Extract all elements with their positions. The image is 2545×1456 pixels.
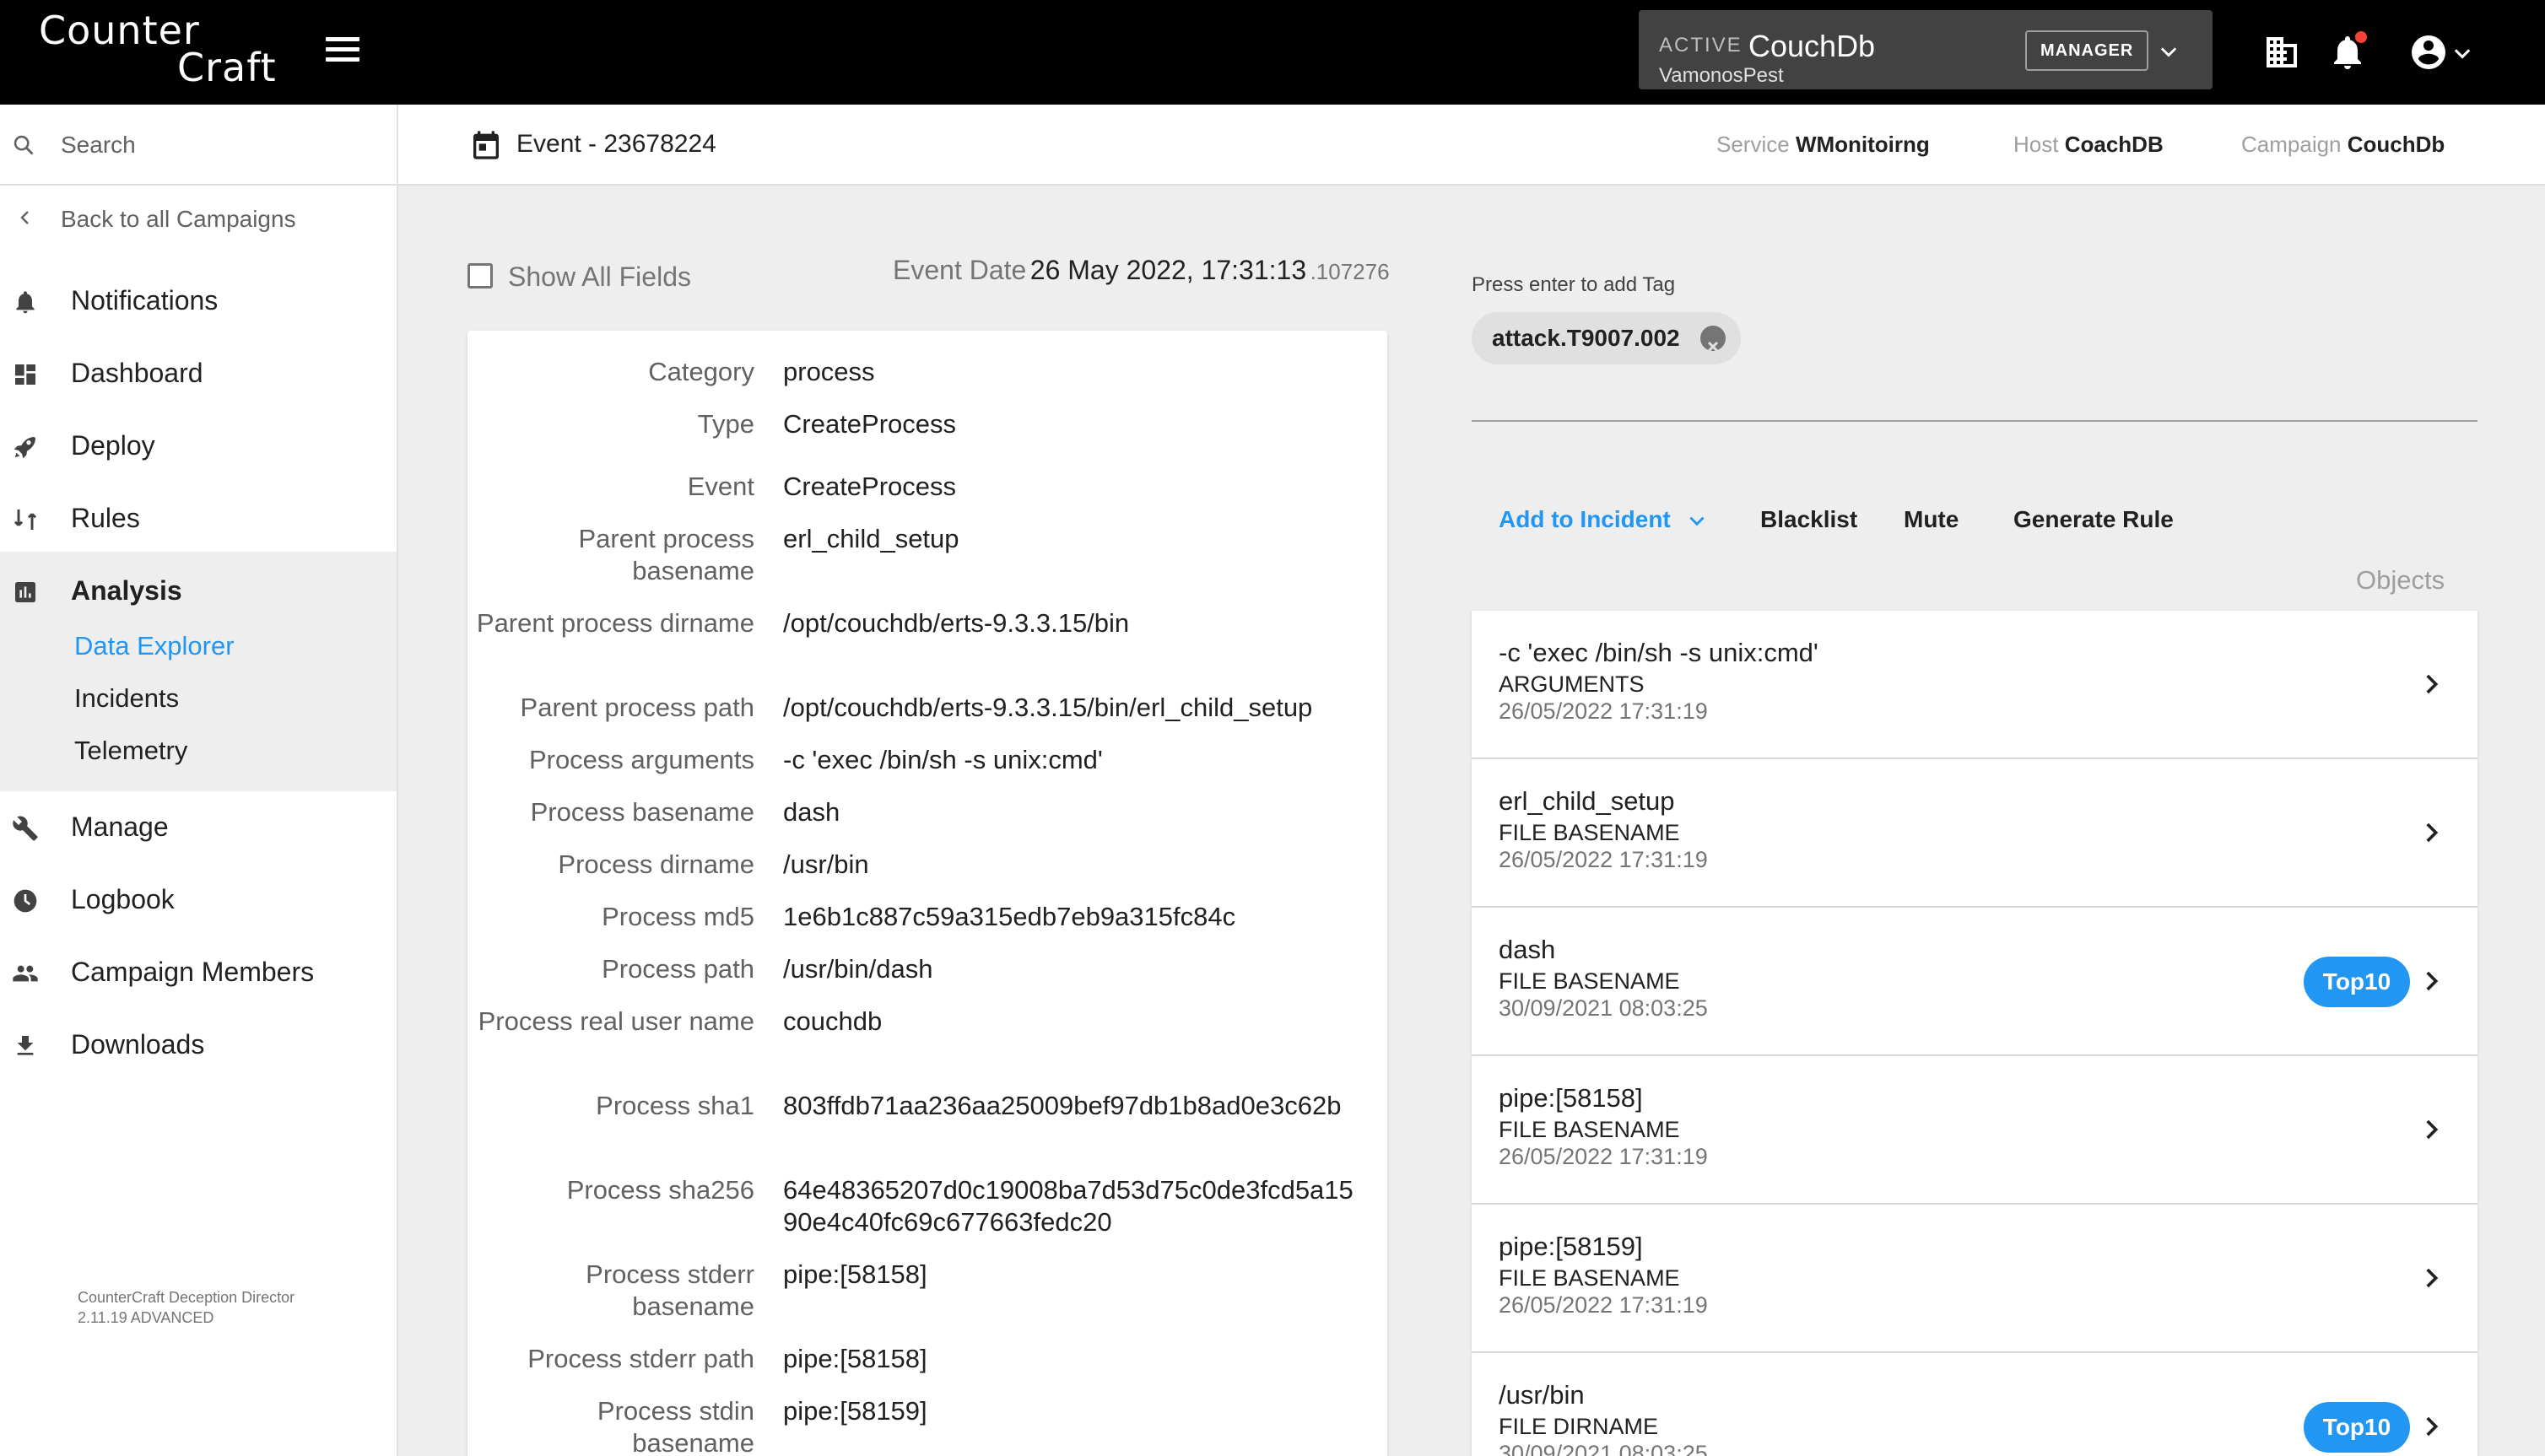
search-box [0, 105, 397, 186]
generate-rule-button[interactable]: Generate Rule [2013, 506, 2174, 533]
nav-notifications[interactable]: Notifications [0, 263, 397, 336]
object-item[interactable]: pipe:[58158] FILE BASENAME 26/05/2022 17… [1472, 1056, 2477, 1203]
nav-deploy[interactable]: Deploy [0, 408, 397, 481]
notification-dot [2353, 29, 2369, 46]
object-item[interactable]: /usr/bin FILE DIRNAME 30/09/2021 08:03:2… [1472, 1353, 2477, 1456]
object-item[interactable]: pipe:[58159] FILE BASENAME 26/05/2022 17… [1472, 1205, 2477, 1351]
rules-icon [14, 510, 37, 530]
subnav-data-explorer[interactable]: Data Explorer [74, 631, 235, 661]
analysis-icon [15, 582, 35, 602]
tag-input-underline[interactable] [1472, 420, 2477, 422]
objects-title: Objects [2356, 565, 2445, 595]
event-title: Event - 23678224 [516, 130, 716, 158]
countercraft-logo[interactable]: Counter Craft [39, 11, 277, 87]
nav-downloads[interactable]: Downloads [0, 1007, 397, 1080]
object-item[interactable]: dash FILE BASENAME 30/09/2021 08:03:25 T… [1472, 908, 2477, 1054]
chevron-left-icon [20, 211, 29, 224]
back-to-campaigns[interactable]: Back to all Campaigns [0, 186, 397, 250]
bell-icon [16, 291, 35, 314]
blacklist-button[interactable]: Blacklist [1760, 506, 1857, 533]
account-chevron-icon[interactable] [2450, 42, 2474, 66]
event-fields-card: Category process Type CreateProcess Event C… [467, 331, 1387, 1456]
remove-tag-icon[interactable] [1699, 326, 1726, 353]
chevron-right-icon[interactable] [2417, 670, 2445, 698]
event-header: Event - 23678224 Service WMonitoirng Hos… [398, 105, 2545, 186]
wrench-icon [13, 816, 38, 841]
campaign-status: ACTIVE [1659, 34, 1743, 57]
campaign-name: CouchDb [1748, 29, 1876, 63]
object-item[interactable]: -c 'exec /bin/sh -s unix:cmd' ARGUMENTS … [1472, 611, 2477, 758]
analysis-section: Analysis Data Explorer Incidents Telemet… [0, 552, 397, 791]
nav-dashboard[interactable]: Dashboard [0, 336, 397, 408]
sidebar: Back to all Campaigns Notifications Dash… [0, 105, 398, 1456]
campaign-meta: Campaign CouchDb [2241, 132, 2445, 157]
add-to-incident-button[interactable]: Add to Incident [1499, 506, 1708, 533]
download-icon [17, 1036, 34, 1055]
building-icon[interactable] [2261, 32, 2302, 73]
tag-chip[interactable]: attack.T9007.002 [1472, 312, 1741, 364]
chevron-right-icon[interactable] [2417, 818, 2445, 847]
host-meta: Host CoachDB [2013, 132, 2164, 157]
tag-input-hint: Press enter to add Tag [1472, 273, 1676, 296]
event-date: Event Date 26 May 2022, 17:31:13 .107276 [893, 255, 1390, 285]
nav-manage[interactable]: Manage [0, 790, 397, 862]
chevron-right-icon[interactable] [2417, 967, 2445, 995]
checkbox-icon[interactable] [467, 263, 493, 289]
nav-rules[interactable]: Rules [0, 481, 397, 553]
object-item[interactable]: erl_child_setup FILE BASENAME 26/05/2022… [1472, 759, 2477, 906]
chevron-right-icon[interactable] [2417, 1264, 2445, 1292]
chevron-down-icon [2160, 47, 2177, 57]
chevron-right-icon[interactable] [2417, 1115, 2445, 1144]
nav-analysis[interactable]: Analysis [0, 553, 397, 626]
rocket-icon [14, 437, 35, 459]
mute-button[interactable]: Mute [1904, 506, 1959, 533]
top-bar: Counter Craft ACTIVE CouchDb VamonosPest… [0, 0, 2545, 105]
chevron-right-icon[interactable] [2417, 1412, 2445, 1441]
top10-badge: Top10 [2304, 957, 2410, 1007]
campaign-selector[interactable]: ACTIVE CouchDb VamonosPest MANAGER [1639, 10, 2213, 89]
account-icon[interactable] [2408, 32, 2449, 73]
subnav-incidents[interactable]: Incidents [74, 683, 179, 714]
nav-campaign-members[interactable]: Campaign Members [0, 935, 397, 1007]
clock-icon [14, 889, 37, 913]
role-badge: MANAGER [2025, 30, 2149, 71]
search-input[interactable] [61, 125, 381, 165]
top10-badge: Top10 [2304, 1402, 2410, 1453]
version-info: CounterCraft Deception Director 2.11.19 … [78, 1289, 295, 1326]
nav-logbook[interactable]: Logbook [0, 862, 397, 935]
dashboard-icon [15, 364, 35, 385]
campaign-subtitle: VamonosPest [1659, 64, 1784, 87]
service-meta: Service WMonitoirng [1716, 132, 1930, 157]
subnav-telemetry[interactable]: Telemetry [74, 736, 187, 766]
chevron-down-icon [1689, 516, 1705, 526]
people-icon [13, 965, 38, 982]
menu-icon[interactable] [326, 37, 359, 67]
calendar-icon [473, 131, 499, 159]
search-icon [14, 135, 34, 155]
